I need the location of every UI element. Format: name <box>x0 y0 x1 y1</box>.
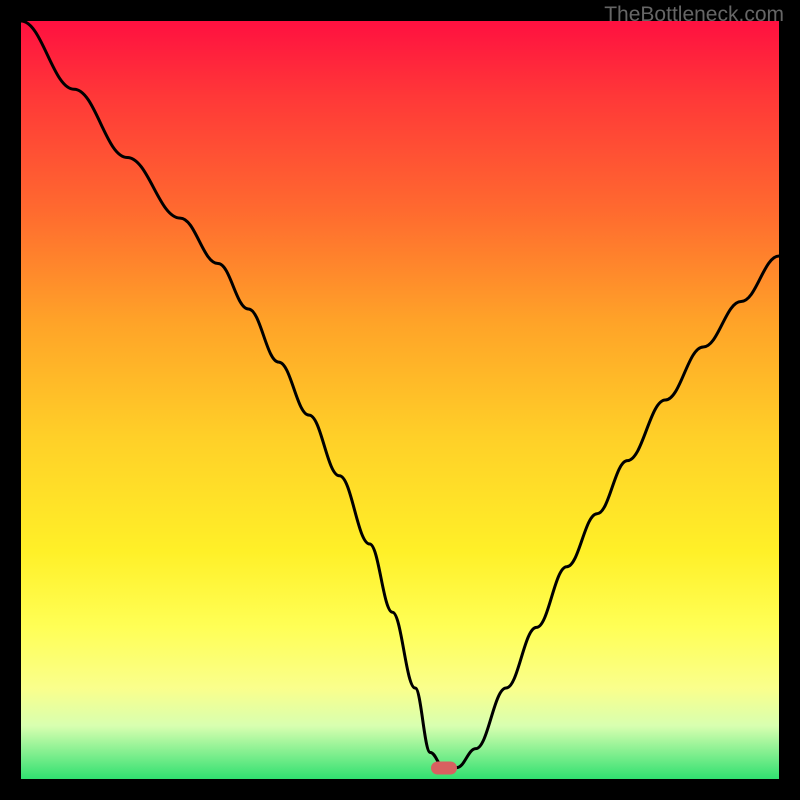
chart-minimum-marker <box>431 761 457 774</box>
chart-plot-area <box>21 21 779 779</box>
watermark-text: TheBottleneck.com <box>604 3 784 27</box>
chart-curve-line <box>21 21 779 779</box>
